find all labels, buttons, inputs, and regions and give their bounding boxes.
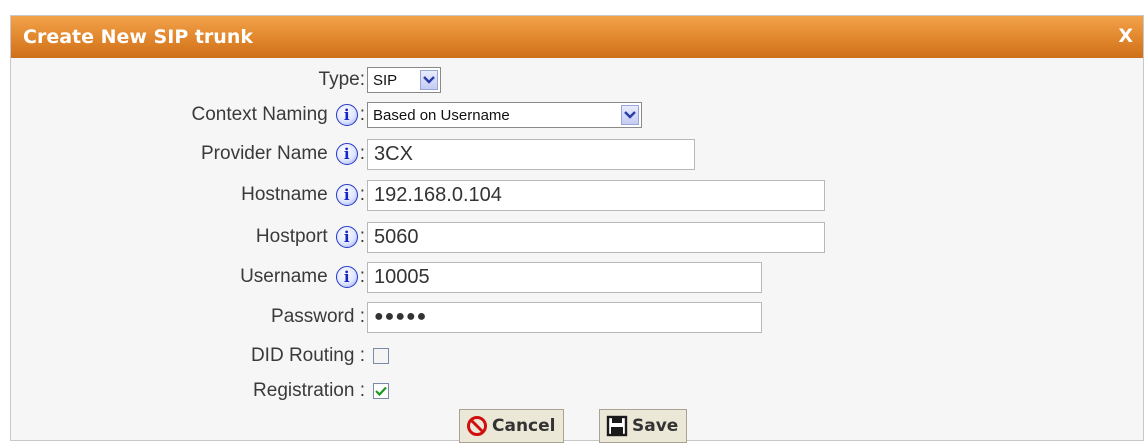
registration-label: Registration : [253,380,365,401]
floppy-disk-icon [606,415,628,437]
provider-name-input[interactable] [367,138,695,170]
username-label: Username i : [240,266,365,288]
registration-row: Registration : [11,374,1143,408]
type-row: Type: SIP [11,63,1143,97]
did-routing-checkbox[interactable] [373,348,389,364]
provider-name-row: Provider Name i : [11,137,1143,171]
did-routing-label: DID Routing : [250,345,365,366]
provider-name-label: Provider Name i : [201,143,365,165]
info-icon[interactable]: i [335,104,358,126]
info-icon[interactable]: i [335,226,358,248]
type-select[interactable]: SIP [367,67,441,93]
context-naming-select-value: Based on Username [373,106,510,124]
username-row: Username i : [11,260,1143,294]
no-entry-icon [467,416,487,436]
close-button[interactable]: X [1118,25,1133,47]
password-input[interactable] [367,301,762,333]
context-naming-label: Context Naming i : [191,104,365,126]
password-row: Password : [11,300,1143,334]
info-icon[interactable]: i [335,266,358,288]
save-button-label: Save [632,416,679,436]
did-routing-row: DID Routing : [11,339,1143,373]
checkmark-icon [375,386,387,396]
hostport-row: Hostport i : [11,220,1143,254]
info-icon[interactable]: i [335,143,358,165]
type-label: Type: [318,69,365,90]
create-sip-trunk-dialog: Create New SIP trunk X Type: SIP Context… [10,15,1144,443]
context-naming-row: Context Naming i : Based on Username [11,98,1143,132]
type-select-value: SIP [373,71,398,89]
cancel-button[interactable]: Cancel [459,409,565,443]
hostname-row: Hostname i : [11,178,1143,212]
context-naming-select[interactable]: Based on Username [367,102,642,128]
hostport-label: Hostport i : [255,226,365,248]
hostport-input[interactable] [367,221,825,253]
cancel-button-label: Cancel [492,416,556,436]
dialog-title: Create New SIP trunk [23,26,253,48]
password-label: Password : [271,306,365,327]
dialog-titlebar[interactable]: Create New SIP trunk X [11,16,1143,58]
hostname-input[interactable] [367,179,825,211]
hostname-label: Hostname i : [241,184,365,206]
chevron-down-icon [420,70,438,90]
save-button[interactable]: Save [599,409,688,443]
info-icon[interactable]: i [335,184,358,206]
registration-checkbox[interactable] [373,383,389,399]
chevron-down-icon [621,105,639,125]
username-input[interactable] [367,261,762,293]
